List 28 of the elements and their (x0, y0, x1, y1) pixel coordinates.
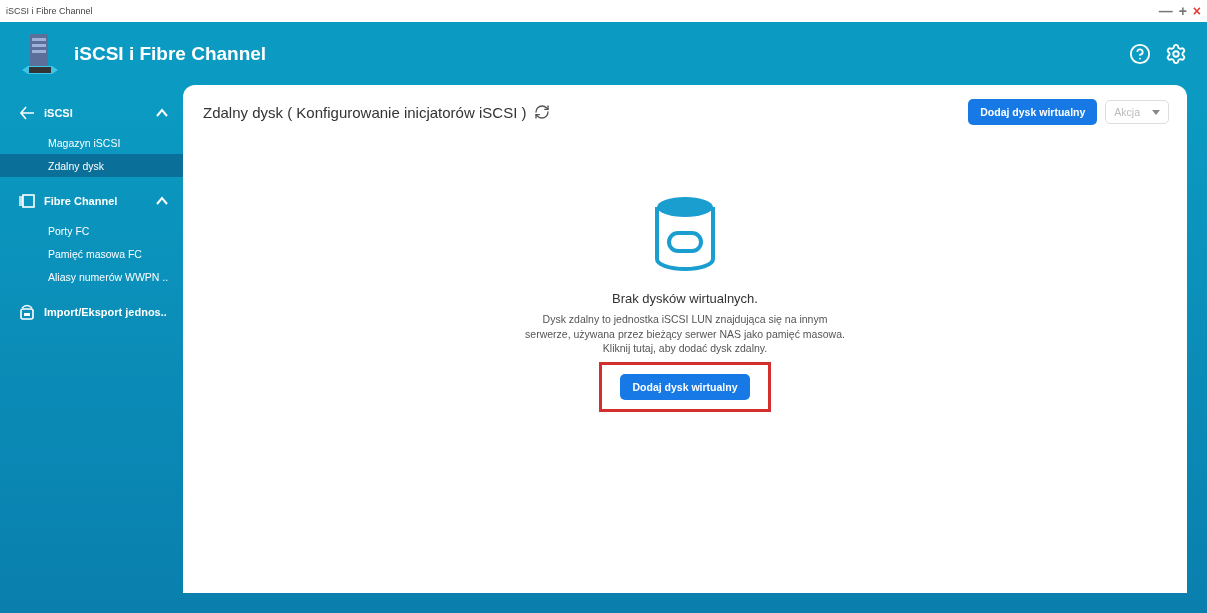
caret-icon (1152, 109, 1160, 115)
sidebar-group[interactable]: Fibre Channel (0, 183, 183, 219)
app-title: iSCSI i Fibre Channel (74, 42, 268, 65)
add-disk-button[interactable]: Dodaj dysk wirtualny (620, 374, 750, 401)
maximize-button[interactable]: + (1178, 3, 1187, 19)
window-title: iSCSI i Fibre Channel (6, 6, 93, 16)
help-icon[interactable] (1129, 42, 1151, 65)
sidebar-group-label: Fibre Channel (44, 195, 119, 207)
sidebar-group[interactable]: iSCSI (0, 95, 183, 131)
sidebar-item[interactable]: Magazyn iSCSI (0, 131, 183, 154)
sidebar-item[interactable]: Pamięć masowa FC (0, 242, 183, 265)
sidebar-item[interactable]: Porty FC (0, 219, 183, 242)
sidebar-group[interactable]: Import/Eksport jednos.. (0, 294, 183, 330)
settings-icon[interactable] (1165, 42, 1187, 65)
sidebar-group-label: iSCSI (44, 107, 74, 119)
server-rack-icon (20, 31, 60, 76)
minimize-button[interactable]: — (1158, 3, 1173, 19)
sidebar-group-label: Import/Eksport jednos.. (44, 306, 168, 318)
card-icon (18, 192, 36, 210)
empty-heading: Brak dysków wirtualnych. (612, 291, 758, 306)
page-title: Zdalny dysk ( Konfigurowanie inicjatorów iSCSI ) (203, 103, 527, 121)
empty-description: Dysk zdalny to jednostka iSCSI LUN znajdująca się na innym serwerze, używana przez bieżący serwer NAS jako pamięć masowa. Kliknij tutaj, aby dodać dysk zdalny. (524, 312, 846, 357)
close-button[interactable]: × (1192, 3, 1201, 19)
sidebar-item[interactable]: Aliasy numerów WWPN .. (0, 265, 183, 288)
sidebar-item[interactable]: Zdalny dysk (0, 154, 183, 177)
add-disk-button[interactable]: Dodaj dysk wirtualny (968, 99, 1098, 125)
disk-icon (653, 195, 717, 271)
refresh-icon[interactable] (534, 104, 551, 120)
